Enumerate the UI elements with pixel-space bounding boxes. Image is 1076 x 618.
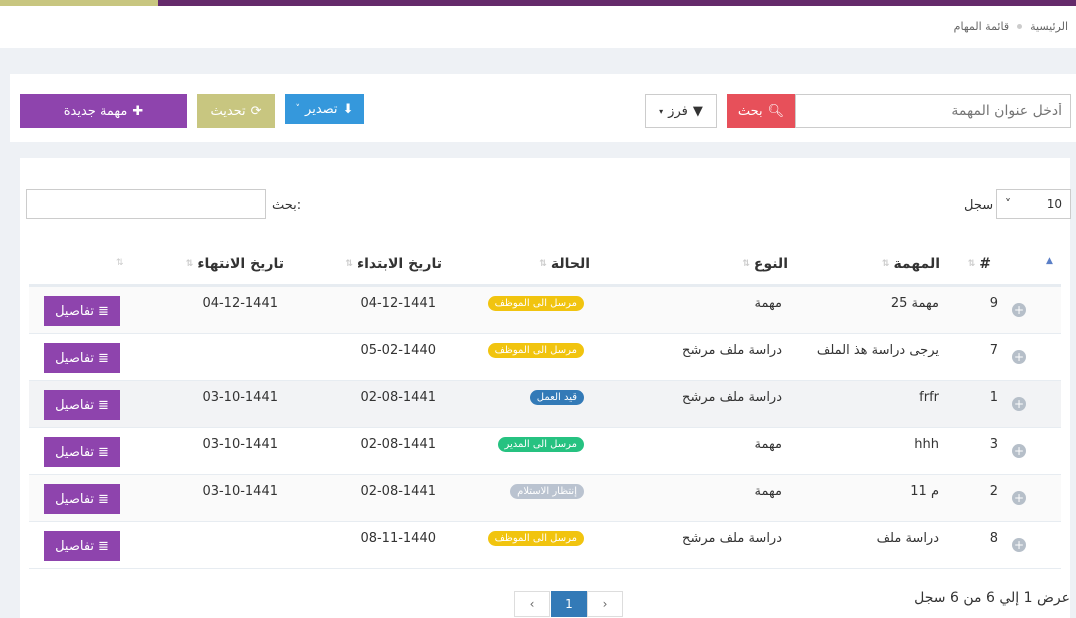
- cell-end-date: 03-10-1441: [202, 484, 278, 499]
- status-badge: قيد العمل: [529, 390, 584, 405]
- cell-end-date: 03-10-1441: [202, 390, 278, 405]
- cell-task: م 11: [910, 484, 939, 499]
- breadcrumb: الرئيسية قائمة المهام: [954, 20, 1068, 33]
- cell-start-date: 02-08-1441: [360, 484, 436, 499]
- table-search-input[interactable]: [26, 189, 266, 219]
- search-button[interactable]: 🔍︎ بحث: [727, 94, 795, 128]
- sort-icon: ⇅: [185, 259, 194, 269]
- chevron-down-icon: ˅: [1005, 197, 1011, 211]
- status-badge: مرسل الى الموظف: [487, 343, 584, 358]
- cell-start-date: 04-12-1441: [360, 296, 436, 311]
- breadcrumb-separator: [1017, 24, 1023, 29]
- cell-task: hhh: [914, 437, 939, 452]
- refresh-icon: ⟳: [250, 103, 262, 119]
- sort-icon: ⇅: [967, 259, 976, 269]
- status-badge: مرسل الى الموظف: [487, 531, 584, 546]
- cell-id: 7: [989, 343, 998, 358]
- details-button[interactable]: ≣ تفاصيل: [44, 437, 120, 467]
- status-badge: مرسل الى المدير: [497, 437, 584, 452]
- sort-icon[interactable]: ⇅: [116, 258, 124, 268]
- cell-type: دراسة ملف مرشح: [682, 531, 782, 546]
- details-button[interactable]: ≣ تفاصيل: [44, 343, 120, 373]
- task-search-input[interactable]: [795, 94, 1071, 128]
- col-header-end[interactable]: تاريخ الانتهاء ⇅: [186, 256, 284, 272]
- cell-task: دراسة ملف: [876, 531, 939, 546]
- table-info: عرض 1 إلي 6 من 6 سجل: [914, 590, 1070, 606]
- filter-icon: ▼: [692, 103, 703, 119]
- sort-icon: ⇅: [345, 259, 353, 269]
- details-button[interactable]: ≣ تفاصيل: [44, 296, 120, 326]
- table-row: + 7 يرجى دراسة هذ الملف دراسة ملف مرشح م…: [29, 334, 1061, 381]
- status-badge: إنتظار الاستلام: [510, 484, 584, 499]
- page-length-select[interactable]: ˅ 10: [996, 189, 1071, 219]
- cell-id: 9: [989, 296, 998, 311]
- breadcrumb-current: قائمة المهام: [953, 20, 1010, 33]
- table-row: + 8 دراسة ملف دراسة ملف مرشح مرسل الى ال…: [29, 522, 1061, 569]
- cell-id: 1: [989, 390, 998, 405]
- col-header-id[interactable]: # ⇅: [968, 256, 991, 272]
- details-button[interactable]: ≣ تفاصيل: [44, 484, 120, 514]
- search-icon: 🔍︎: [767, 103, 785, 119]
- cell-start-date: 02-08-1441: [360, 437, 436, 452]
- details-button[interactable]: ≣ تفاصيل: [44, 531, 120, 561]
- cell-id: 2: [989, 484, 998, 499]
- col-header-type[interactable]: النوع ⇅: [742, 256, 788, 272]
- list-icon: ≣: [98, 350, 109, 366]
- pagination-page-1[interactable]: 1: [551, 591, 587, 617]
- pagination-prev[interactable]: ‹: [514, 591, 550, 617]
- col-header-status[interactable]: الحالة ⇅: [539, 256, 590, 272]
- cell-type: مهمة: [754, 484, 782, 499]
- new-task-button[interactable]: ✚ مهمة جديدة: [20, 94, 187, 128]
- expand-row-icon[interactable]: +: [1012, 397, 1026, 411]
- table-row: + 2 م 11 مهمة إنتظار الاستلام 02-08-1441…: [29, 475, 1061, 522]
- caret-down-icon: ▾: [659, 106, 664, 116]
- cell-type: مهمة: [754, 296, 782, 311]
- table-row: + 9 مهمة 25 مهمة مرسل الى الموظف 04-12-1…: [29, 287, 1061, 334]
- details-button[interactable]: ≣ تفاصيل: [44, 390, 120, 420]
- breadcrumb-home[interactable]: الرئيسية: [1030, 20, 1068, 33]
- sort-icon: ⇅: [539, 259, 547, 269]
- cell-task: مهمة 25: [890, 296, 939, 311]
- cell-type: دراسة ملف مرشح: [682, 343, 782, 358]
- table-search-label: بحث:: [272, 198, 302, 213]
- table-row: + 3 hhh مهمة مرسل الى المدير 02-08-1441 …: [29, 428, 1061, 475]
- cell-id: 8: [989, 531, 998, 546]
- sort-asc-icon[interactable]: ▲: [1046, 256, 1053, 266]
- expand-row-icon[interactable]: +: [1012, 538, 1026, 552]
- table-row: + 1 frfr دراسة ملف مرشح قيد العمل 02-08-…: [29, 381, 1061, 428]
- cell-start-date: 08-11-1440: [360, 531, 436, 546]
- expand-row-icon[interactable]: +: [1012, 491, 1026, 505]
- header: الرئيسية قائمة المهام: [0, 6, 1076, 48]
- cell-type: مهمة: [754, 437, 782, 452]
- page-length-label: سجل: [964, 198, 994, 213]
- chevron-down-icon: ˅: [295, 104, 301, 114]
- col-header-task[interactable]: المهمة ⇅: [882, 256, 940, 272]
- cell-start-date: 02-08-1441: [360, 390, 436, 405]
- list-icon: ≣: [98, 303, 109, 319]
- export-button[interactable]: ⬇ تصدير ˅: [285, 94, 364, 124]
- plus-icon: ✚: [132, 103, 144, 119]
- cell-task: frfr: [919, 390, 939, 405]
- list-icon: ≣: [98, 444, 109, 460]
- cell-type: دراسة ملف مرشح: [682, 390, 782, 405]
- expand-row-icon[interactable]: +: [1012, 444, 1026, 458]
- sort-button[interactable]: ▼ فرز ▾: [645, 94, 717, 128]
- list-icon: ≣: [98, 491, 109, 507]
- sort-icon: ⇅: [742, 259, 750, 269]
- pagination-next[interactable]: ›: [587, 591, 623, 617]
- status-badge: مرسل الى الموظف: [487, 296, 584, 311]
- expand-row-icon[interactable]: +: [1012, 350, 1026, 364]
- cell-end-date: 04-12-1441: [202, 296, 278, 311]
- download-icon: ⬇: [342, 101, 354, 117]
- refresh-button[interactable]: ⟳ تحديث: [197, 94, 275, 128]
- sort-icon: ⇅: [881, 259, 890, 269]
- list-icon: ≣: [98, 538, 109, 554]
- list-icon: ≣: [98, 397, 109, 413]
- cell-start-date: 05-02-1440: [360, 343, 436, 358]
- col-header-start[interactable]: تاريخ الابتداء ⇅: [345, 256, 442, 272]
- cell-id: 3: [989, 437, 998, 452]
- cell-task: يرجى دراسة هذ الملف: [816, 343, 939, 358]
- cell-end-date: 03-10-1441: [202, 437, 278, 452]
- expand-row-icon[interactable]: +: [1012, 303, 1026, 317]
